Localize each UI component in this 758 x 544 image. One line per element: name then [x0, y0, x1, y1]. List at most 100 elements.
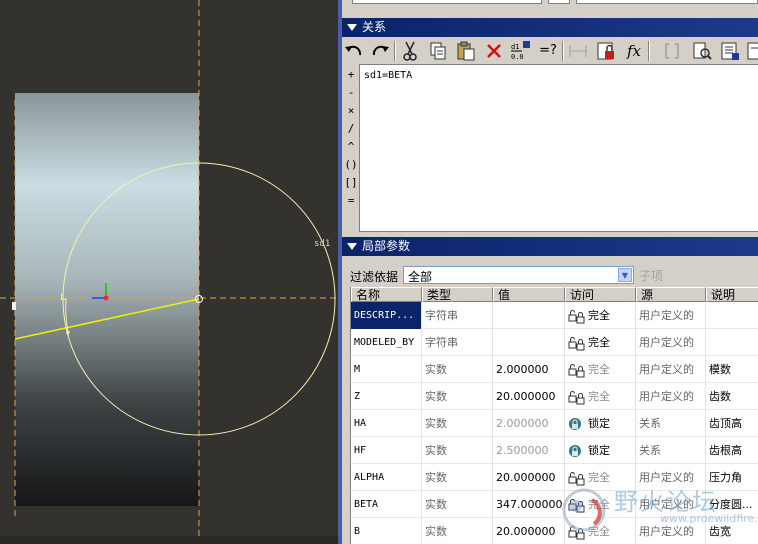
cell-type: 实数 — [422, 464, 493, 491]
unlocked-icon — [568, 526, 585, 540]
parens-icon[interactable] — [660, 39, 684, 63]
cell-source: 关系 — [636, 437, 706, 464]
access-label: 锁定 — [588, 417, 610, 430]
model-canvas[interactable]: L sd1 — [0, 0, 338, 544]
undo-icon[interactable] — [342, 39, 366, 63]
table-row[interactable]: HF 实数 2.500000 锁定 关系 齿根高 — [351, 437, 758, 464]
cell-name: B — [351, 518, 422, 544]
cell-value[interactable]: 2.000000 — [493, 410, 565, 437]
filter-dropdown[interactable]: 全部 ▼ — [403, 266, 634, 284]
cell-name: BETA — [351, 491, 422, 518]
table-row[interactable]: MODELED_BY 字符串 完全 用户定义的 — [351, 329, 758, 356]
dimension-icon[interactable] — [566, 39, 590, 63]
cell-value[interactable] — [493, 302, 565, 329]
unlocked-icon — [568, 391, 585, 405]
lock-icon[interactable] — [594, 39, 618, 63]
cell-source: 用户定义的 — [636, 491, 706, 518]
relations-text[interactable]: sd1=BETA — [364, 70, 412, 81]
paste-icon[interactable] — [454, 39, 478, 63]
redo-icon[interactable] — [368, 39, 392, 63]
cell-access: 完全 — [565, 302, 636, 329]
cell-description: 齿数 — [706, 383, 758, 410]
table-row[interactable]: M 实数 2.000000 完全 用户定义的 模数 — [351, 356, 758, 383]
top-field-1[interactable] — [352, 0, 542, 4]
subitems-button[interactable]: 子项 — [637, 267, 663, 283]
copy-icon[interactable] — [426, 39, 450, 63]
cell-value[interactable]: 2.500000 — [493, 437, 565, 464]
graphics-viewport[interactable]: L sd1 — [0, 0, 338, 544]
cell-name: Z — [351, 383, 422, 410]
cell-description: 齿顶高 — [706, 410, 758, 437]
table-row[interactable]: ALPHA 实数 20.000000 完全 用户定义的 压力角 — [351, 464, 758, 491]
operator-plus-button[interactable]: + — [344, 68, 358, 81]
cell-type: 实数 — [422, 518, 493, 544]
cell-source: 用户定义的 — [636, 518, 706, 544]
operator-multiply-button[interactable]: × — [344, 104, 358, 117]
operator-minus-button[interactable]: - — [344, 86, 358, 99]
column-header-description[interactable]: 说明 — [706, 287, 758, 302]
cell-access: 锁定 — [565, 410, 636, 437]
collapse-triangle-icon[interactable] — [347, 24, 357, 31]
collapse-triangle-icon[interactable] — [347, 243, 357, 250]
cell-source: 用户定义的 — [636, 329, 706, 356]
unlocked-icon — [568, 364, 585, 378]
table-row[interactable]: BETA 实数 347.000000 完全 用户定义的 分度圆... — [351, 491, 758, 518]
cell-source: 关系 — [636, 410, 706, 437]
dimension-label[interactable]: sd1 — [314, 239, 330, 249]
cell-access: 完全 — [565, 464, 636, 491]
cell-type: 实数 — [422, 491, 493, 518]
cell-description: 齿宽 — [706, 518, 758, 544]
operator-power-button[interactable]: ^ — [344, 140, 358, 153]
column-header-type[interactable]: 类型 — [422, 287, 493, 302]
cell-value[interactable]: 347.000000 — [493, 491, 565, 518]
cell-value[interactable]: 20.000000 — [493, 464, 565, 491]
cell-value[interactable]: 20.000000 — [493, 518, 565, 544]
cell-value[interactable] — [493, 329, 565, 356]
column-header-source[interactable]: 源 — [636, 287, 706, 302]
switch-dims-icon[interactable]: d1 0.0 — [508, 39, 532, 63]
equals-query-icon[interactable]: =? — [536, 39, 560, 63]
cell-value[interactable]: 2.000000 — [493, 356, 565, 383]
filter-row: 过滤依据 全部 ▼ 子项 — [342, 264, 758, 286]
svg-text:0.0: 0.0 — [511, 53, 524, 61]
local-params-section-header[interactable]: 局部参数 — [342, 237, 758, 256]
unlocked-icon — [568, 499, 585, 513]
table-header: 名称 类型 值 访问 源 说明 — [351, 287, 758, 302]
unlocked-icon — [568, 472, 585, 486]
top-field-2[interactable] — [548, 0, 570, 4]
sort-icon[interactable] — [718, 39, 742, 63]
column-header-name[interactable]: 名称 — [351, 287, 422, 302]
top-field-3[interactable] — [576, 0, 758, 4]
list-icon[interactable] — [744, 39, 758, 63]
column-header-value[interactable]: 值 — [493, 287, 565, 302]
operator-parens-button[interactable]: () — [344, 158, 358, 171]
cell-type: 实数 — [422, 437, 493, 464]
column-header-access[interactable]: 访问 — [565, 287, 636, 302]
filter-label: 过滤依据 — [350, 270, 399, 284]
delete-icon[interactable] — [482, 39, 506, 63]
cut-icon[interactable] — [398, 39, 422, 63]
relations-section-header[interactable]: 关系 — [342, 18, 758, 37]
csys-origin — [103, 295, 109, 301]
cell-type: 实数 — [422, 410, 493, 437]
cell-source: 用户定义的 — [636, 383, 706, 410]
cell-value[interactable]: 20.000000 — [493, 383, 565, 410]
toolbar-separator — [648, 41, 650, 61]
cell-type: 字符串 — [422, 302, 493, 329]
operator-equals-button[interactable]: = — [344, 194, 358, 207]
function-icon[interactable]: fx — [622, 39, 646, 63]
table-row[interactable]: DESCRIP... 字符串 完全 用户定义的 — [351, 302, 758, 329]
operator-brackets-button[interactable]: [] — [344, 176, 358, 189]
cell-description — [706, 329, 758, 356]
table-row[interactable]: B 实数 20.000000 完全 用户定义的 齿宽 — [351, 518, 758, 544]
cell-description: 分度圆... — [706, 491, 758, 518]
verify-icon[interactable] — [690, 39, 714, 63]
cell-description: 模数 — [706, 356, 758, 383]
table-row[interactable]: Z 实数 20.000000 完全 用户定义的 齿数 — [351, 383, 758, 410]
cell-access: 完全 — [565, 383, 636, 410]
operator-divide-button[interactable]: / — [344, 122, 358, 135]
relations-editor[interactable]: sd1=BETA — [359, 64, 758, 232]
chevron-down-icon[interactable]: ▼ — [618, 268, 632, 282]
table-row[interactable]: HA 实数 2.000000 锁定 关系 齿顶高 — [351, 410, 758, 437]
cell-source: 用户定义的 — [636, 464, 706, 491]
